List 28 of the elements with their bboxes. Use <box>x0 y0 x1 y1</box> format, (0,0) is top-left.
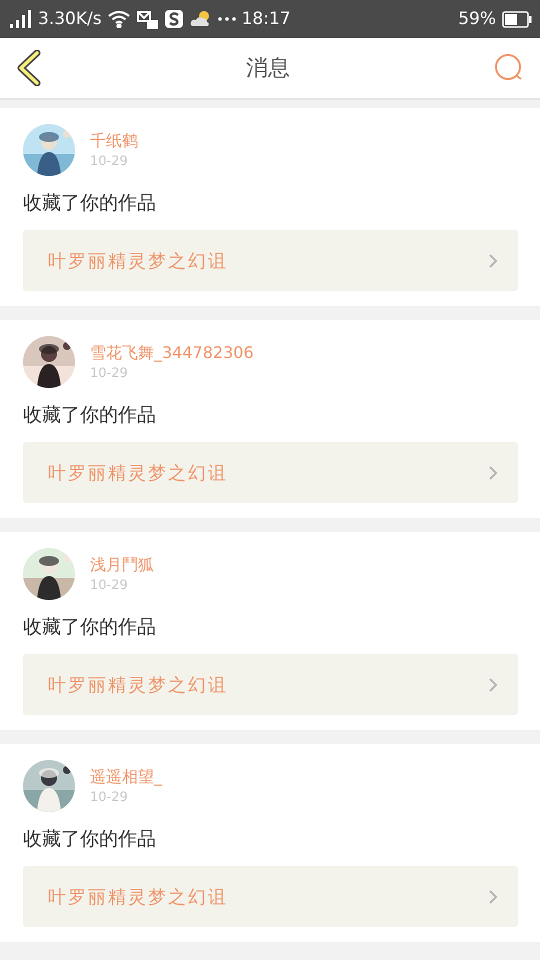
weather-icon <box>190 10 212 28</box>
work-link[interactable]: 叶罗丽精灵梦之幻诅 <box>23 442 518 503</box>
more-icon <box>218 17 236 21</box>
user-name[interactable]: 雪花飞舞_344782306 <box>90 343 254 364</box>
chevron-icon <box>488 252 498 268</box>
clock: 18:17 <box>242 9 291 29</box>
wifi-icon <box>108 10 130 28</box>
message-text: 收藏了你的作品 <box>23 403 157 428</box>
chevron-icon <box>488 888 498 904</box>
user-name[interactable]: 遥遥相望_ <box>90 767 162 788</box>
back-icon[interactable] <box>16 50 42 86</box>
battery-icon <box>502 10 532 28</box>
message-text: 收藏了你的作品 <box>23 615 157 640</box>
message-text: 收藏了你的作品 <box>23 191 157 216</box>
chevron-icon <box>488 676 498 692</box>
network-speed: 3.30K/s <box>38 9 102 29</box>
mail-icon <box>136 9 158 29</box>
signal-icon <box>10 10 32 28</box>
work-link[interactable]: 叶罗丽精灵梦之幻诅 <box>23 230 518 291</box>
chevron-icon <box>488 464 498 480</box>
work-link[interactable]: 叶罗丽精灵梦之幻诅 <box>23 866 518 927</box>
work-link[interactable]: 叶罗丽精灵梦之幻诅 <box>23 654 518 715</box>
user-name[interactable]: 浅月鬥狐 <box>90 555 154 576</box>
message-text: 收藏了你的作品 <box>23 827 157 852</box>
battery-percent: 59% <box>458 9 496 29</box>
page-title: 消息 <box>246 55 290 83</box>
user-name[interactable]: 千纸鹤 <box>90 131 138 152</box>
app-icon <box>164 9 184 29</box>
